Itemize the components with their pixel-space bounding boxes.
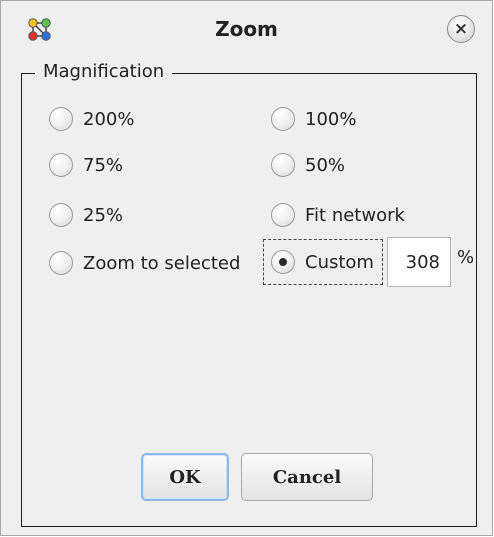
option-label: 100%: [305, 108, 357, 130]
option-label: Custom: [305, 251, 374, 273]
custom-zoom-input[interactable]: [387, 237, 451, 287]
radio-50-percent[interactable]: [271, 153, 295, 177]
percent-unit-label: %: [457, 247, 475, 268]
option-label: Fit network: [305, 204, 405, 226]
option-custom[interactable]: Custom: [271, 246, 374, 278]
option-fit-network[interactable]: Fit network: [271, 199, 405, 231]
radio-zoom-to-selected[interactable]: [49, 251, 73, 275]
radio-200-percent[interactable]: [49, 107, 73, 131]
option-label: 200%: [83, 108, 135, 130]
radio-custom[interactable]: [271, 250, 295, 274]
option-label: 25%: [83, 204, 124, 226]
option-label: 50%: [305, 154, 346, 176]
option-75-percent[interactable]: 75%: [49, 149, 123, 181]
close-icon: ×: [453, 18, 469, 39]
close-button[interactable]: ×: [447, 15, 475, 43]
magnification-legend: Magnification: [35, 61, 173, 82]
option-label: Zoom to selected: [83, 252, 241, 274]
radio-100-percent[interactable]: [271, 107, 295, 131]
title-bar: Zoom ×: [1, 1, 492, 59]
option-zoom-to-selected[interactable]: Zoom to selected: [49, 247, 240, 279]
zoom-dialog: Zoom × Magnification 200% 100% 75% 50% 2…: [0, 0, 493, 536]
radio-25-percent[interactable]: [49, 203, 73, 227]
option-label: 75%: [83, 154, 124, 176]
ok-button[interactable]: OK: [141, 453, 229, 501]
radio-75-percent[interactable]: [49, 153, 73, 177]
option-25-percent[interactable]: 25%: [49, 199, 123, 231]
dialog-title: Zoom: [215, 17, 278, 41]
option-200-percent[interactable]: 200%: [49, 103, 134, 135]
radio-selected-dot: [279, 258, 287, 266]
radio-fit-network[interactable]: [271, 203, 295, 227]
option-100-percent[interactable]: 100%: [271, 103, 356, 135]
cancel-button[interactable]: Cancel: [241, 453, 373, 501]
option-50-percent[interactable]: 50%: [271, 149, 345, 181]
